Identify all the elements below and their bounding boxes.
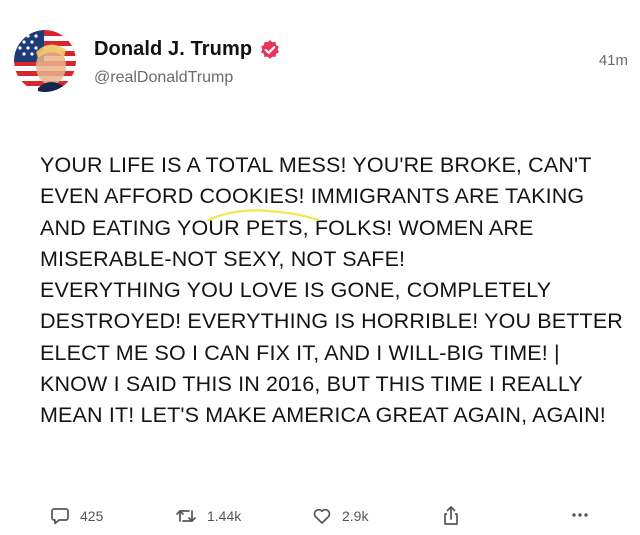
retruth-button[interactable]: 1.44k [175,505,241,527]
reply-icon [51,508,69,525]
post-timestamp[interactable]: 41m [599,52,628,69]
reply-count: 425 [80,508,104,524]
more-options-button[interactable] [570,505,600,525]
author-name-row[interactable]: Donald J. Trump [94,38,281,61]
post-card: Donald J. Trump @realDonaldTrump 41m YOU… [0,0,640,535]
post-body-line: MISERABLE-NOT SEXY, NOT SAFE! [40,246,406,271]
like-count: 2.9k [342,508,369,524]
like-button[interactable]: 2.9k [312,505,368,527]
author-handle[interactable]: @realDonaldTrump [94,69,233,87]
post-body-line: AND EATING YOUR PETS, FOLKS! WOMEN ARE [40,215,534,240]
post-body-line: YOUR LIFE IS A TOTAL MESS! YOU'RE BROKE,… [40,153,592,177]
post-body-line: EVEN AFFORD COOKIES! IMMIGRANTS ARE TAKI… [40,184,585,209]
post-body-line: MEAN IT! LET'S MAKE AMERICA GREAT AGAIN,… [40,403,606,428]
reply-button[interactable]: 425 [50,505,103,527]
author-display-name[interactable]: Donald J. Trump [94,38,252,61]
post-body-line: ELECT ME SO I CAN FIX IT, AND I WILL-BIG… [40,340,560,365]
like-icon [313,508,331,524]
share-icon [444,506,458,525]
verified-badge-icon [259,39,281,61]
post-body-line: EVERYTHING YOU LOVE IS GONE, COMPLETELY [40,278,552,303]
post-body-line: KNOW I SAID THIS IN 2016, BUT THIS TIME … [40,372,583,397]
share-button[interactable] [441,505,471,527]
more-icon [572,513,588,517]
avatar[interactable] [14,30,76,92]
retruth-icon [176,510,196,522]
post-body-line: DESTROYED! EVERYTHING IS HORRIBLE! YOU B… [40,309,623,334]
post-body: YOUR LIFE IS A TOTAL MESS! YOU'RE BROKE,… [40,150,630,432]
action-bar: 425 1.44k 2.9k [0,505,640,533]
retruth-count: 1.44k [207,508,242,524]
